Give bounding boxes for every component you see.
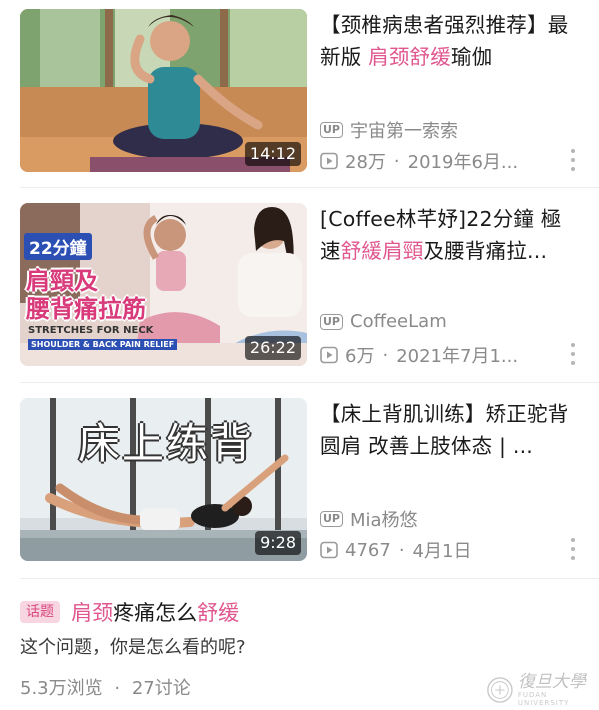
thumb-overlay: 22分鐘: [24, 233, 92, 260]
divider: [20, 578, 599, 579]
topic-stats: 5.3万浏览 · 27讨论: [20, 674, 191, 700]
video-thumbnail-3[interactable]: 床上练背 9:28: [20, 398, 307, 561]
stats-row: 4767 · 4月1日: [320, 537, 471, 563]
thumb-english-line1: STRETCHES FOR NECK: [28, 325, 154, 336]
title-highlight: 舒緩肩頸: [340, 239, 424, 263]
separator: ·: [114, 678, 121, 699]
video-title[interactable]: [Coffee林芊妤]22分鐘 極速舒緩肩頸及腰背痛拉...: [320, 203, 582, 267]
view-count: 4767: [345, 539, 391, 561]
separator: ·: [382, 344, 389, 366]
topic-title-highlight: 肩颈: [71, 601, 114, 625]
watermark-text-en: FUDAN UNIVERSITY: [517, 691, 570, 707]
more-options-icon[interactable]: [565, 149, 581, 171]
play-count-icon: [320, 152, 338, 170]
topic-card[interactable]: 话题 肩颈疼痛怎么舒缓: [20, 597, 580, 627]
topic-discussions: 27讨论: [131, 678, 191, 699]
uploader-name[interactable]: CoffeeLam: [350, 311, 447, 332]
video-duration: 9:28: [255, 531, 301, 555]
watermark-text-cn: 復旦大學: [517, 672, 586, 692]
up-badge-icon: UP: [320, 313, 343, 330]
upload-date: 2021年7月1...: [396, 346, 519, 367]
title-text: 【床上背肌训练】矫正驼背圆肩 改善上肢体态 | ...: [320, 402, 569, 458]
play-count-icon: [320, 346, 338, 364]
uploader-row[interactable]: UP Mia杨悠: [320, 506, 418, 532]
play-count-icon: [320, 541, 338, 559]
uploader-name[interactable]: Mia杨悠: [350, 506, 418, 532]
video-thumbnail-1[interactable]: 14:12: [20, 9, 307, 172]
up-badge-icon: UP: [320, 122, 343, 138]
divider: [20, 382, 599, 383]
uploader-row[interactable]: UP CoffeeLam: [320, 311, 447, 332]
title-highlight: 肩颈舒缓: [368, 45, 451, 69]
separator: ·: [398, 539, 405, 561]
uploader-row[interactable]: UP 宇宙第一索索: [320, 117, 458, 143]
thumb-overlay-text: 床上练背: [78, 419, 255, 468]
thumb-title-line2: 腰背痛拉筋: [26, 295, 146, 323]
upload-date: 2019年6月...: [407, 152, 519, 173]
video-card-1[interactable]: 14:12 【颈椎病患者强烈推荐】最新版 肩颈舒缓瑜伽 UP 宇宙第一索索 28…: [0, 9, 599, 199]
topic-question: 这个问题，你是怎么看的呢?: [20, 637, 246, 658]
title-text: 及腰背痛拉...: [423, 239, 548, 263]
stats-row: 6万 · 2021年7月1...: [320, 342, 518, 368]
video-duration: 26:22: [244, 336, 301, 360]
topic-tag: 话题: [20, 601, 60, 623]
video-card-3[interactable]: 床上练背 9:28 【床上背肌训练】矫正驼背圆肩 改善上肢体态 | ... UP…: [0, 398, 599, 588]
title-text: 瑜伽: [450, 45, 493, 69]
view-count: 28万: [345, 152, 386, 173]
topic-title-highlight: 舒缓: [197, 601, 240, 625]
stats-row: 28万 · 2019年6月...: [320, 148, 518, 174]
video-thumbnail-2[interactable]: 22分鐘 肩頸及 腰背痛拉筋 STRETCHES FOR NECK SHOULD…: [20, 203, 307, 366]
university-seal-icon: [487, 677, 513, 703]
video-card-2[interactable]: 22分鐘 肩頸及 腰背痛拉筋 STRETCHES FOR NECK SHOULD…: [0, 203, 599, 393]
uploader-name[interactable]: 宇宙第一索索: [350, 117, 458, 143]
more-options-icon[interactable]: [565, 538, 581, 560]
separator: ·: [393, 150, 400, 172]
topic-views: 5.3万浏览: [20, 678, 103, 699]
thumb-minutes-badge: 22分鐘: [24, 233, 92, 260]
video-title[interactable]: 【颈椎病患者强烈推荐】最新版 肩颈舒缓瑜伽: [320, 9, 582, 73]
thumb-english-line2: SHOULDER & BACK PAIN RELIEF: [28, 339, 178, 350]
topic-title-text: 疼痛怎么: [113, 601, 198, 625]
topic-title[interactable]: 肩颈疼痛怎么舒缓: [71, 597, 239, 627]
up-badge-icon: UP: [320, 511, 343, 527]
divider: [20, 187, 599, 188]
fudan-watermark: 復旦大學 FUDAN UNIVERSITY: [486, 673, 596, 707]
video-title[interactable]: 【床上背肌训练】矫正驼背圆肩 改善上肢体态 | ...: [320, 398, 582, 462]
upload-date: 4月1日: [412, 541, 472, 562]
view-count: 6万: [345, 346, 375, 367]
video-duration: 14:12: [244, 142, 301, 166]
more-options-icon[interactable]: [565, 343, 581, 365]
